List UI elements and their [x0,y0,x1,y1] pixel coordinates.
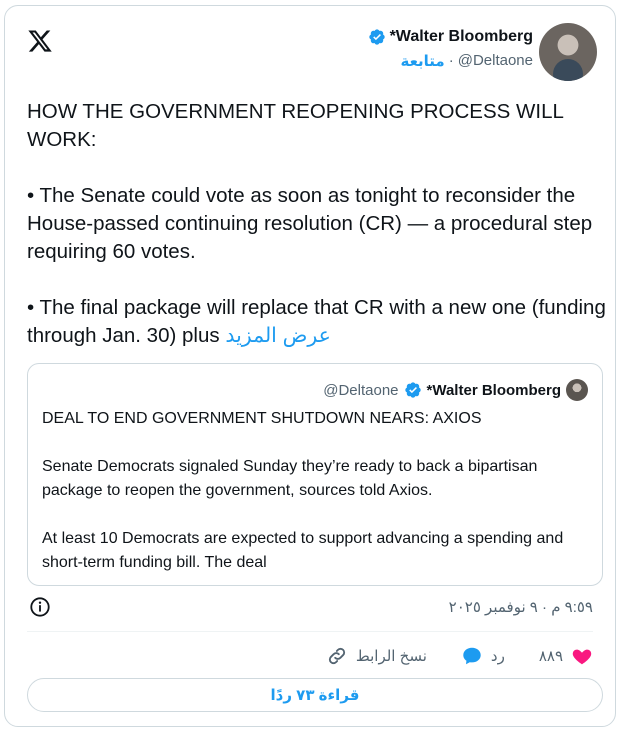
tweet-line-bullet-1: • The Senate could vote as soon as tonig… [27,184,593,263]
like-count: ٨٨٩ [538,648,563,665]
author-handle[interactable]: @Deltaone [458,52,533,70]
tweet-text: HOW THE GOVERNMENT REOPENING PROCESS WIL… [27,98,607,378]
copy-link-button[interactable]: نسخ الرابط [326,645,427,667]
heart-icon [572,649,592,665]
verified-badge-icon [368,29,385,45]
action-bar: نسخ الرابط رد ٨٨٩ [5,643,593,669]
tweet-line-heading: HOW THE GOVERNMENT REOPENING PROCESS WIL… [27,100,564,151]
quote-author-name: *Walter Bloomberg [426,381,561,399]
timestamp[interactable]: ٩:٥٩ م · ٩ نوفمبر ٢٠٢٥ [449,598,593,616]
quote-paragraph-2: At least 10 Democrats are expected to su… [42,530,564,571]
quote-handle: @Deltaone [323,381,399,399]
author-block: *Walter Bloomberg متابعة · @Deltaone [368,28,533,70]
quote-paragraph-1: Senate Democrats signaled Sunday they’re… [42,458,538,499]
like-button[interactable]: ٨٨٩ [539,645,593,667]
info-icon[interactable] [29,596,51,618]
author-name[interactable]: *Walter Bloomberg [390,28,533,46]
tweet-line-bullet-2: • The final package will replace that CR… [27,294,607,350]
reply-label: رد [490,648,505,665]
copy-link-label: نسخ الرابط [355,648,427,665]
reply-button[interactable]: رد [461,645,505,667]
read-replies-button[interactable]: قراءة ٧٣ ردًا [27,678,603,712]
x-logo-icon[interactable] [27,28,53,54]
tweet-card: *Walter Bloomberg متابعة · @Deltaone HOW… [4,5,616,727]
quote-headline: DEAL TO END GOVERNMENT SHUTDOWN NEARS: A… [42,410,482,427]
quote-body: DEAL TO END GOVERNMENT SHUTDOWN NEARS: A… [42,407,590,599]
reply-bubble-icon [463,647,481,665]
follow-link[interactable]: متابعة [400,52,444,70]
show-more-link[interactable]: عرض المزيد [225,324,331,347]
divider [27,631,593,632]
link-icon [328,647,345,665]
quote-avatar [566,379,588,401]
author-avatar[interactable] [539,23,597,81]
separator-dot: · [448,52,454,69]
quote-verified-badge-icon [404,382,421,398]
quoted-tweet[interactable]: @Deltaone *Walter Bloomberg DEAL TO END … [27,363,603,586]
